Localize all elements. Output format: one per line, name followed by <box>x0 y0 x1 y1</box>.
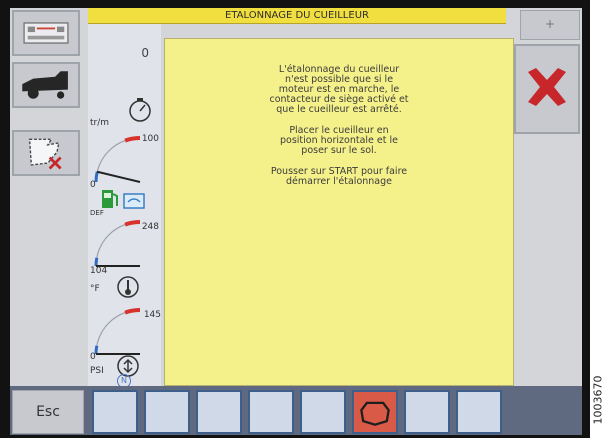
coolant-unit: °F <box>90 284 100 294</box>
oil-pressure-gauge-track <box>95 309 141 355</box>
page-title: ETALONNAGE DU CUEILLEUR <box>88 8 506 24</box>
coolant-min-label: 104 <box>90 266 108 276</box>
header-config-button[interactable] <box>12 10 80 56</box>
rpm-unit: tr/m <box>90 118 110 128</box>
message-line: que le cueilleur est arrêté. <box>276 104 402 115</box>
combine-harvester-icon <box>22 71 68 99</box>
fuel-gauge-level <box>94 171 99 183</box>
field-map-button[interactable] <box>12 130 80 176</box>
function-key-1[interactable] <box>92 390 138 434</box>
esc-button[interactable]: Esc <box>12 390 84 434</box>
function-key-8[interactable] <box>456 390 502 434</box>
message-line: démarrer l'étalonnage <box>286 176 392 187</box>
right-top-button[interactable]: + <box>520 10 580 40</box>
function-key-3[interactable] <box>196 390 242 434</box>
fuel-gauge: 100 0 DEF <box>88 132 161 220</box>
reference-number: 1003670 <box>588 360 608 440</box>
cancel-button[interactable] <box>514 44 580 134</box>
calibration-message-panel: L'étalonnage du cueilleur n'est possible… <box>164 38 514 386</box>
header-config-icon <box>23 22 69 44</box>
cancel-x-icon <box>528 68 566 106</box>
rpm-gauge: 0 tr/m <box>88 44 161 132</box>
message-line: poser sur le sol. <box>301 145 377 156</box>
coolant-gauge-track <box>95 221 141 267</box>
fuel-gauge-redzone <box>124 136 141 143</box>
start-instruction-text: Pousser sur START pour faire démarrer l'… <box>165 167 513 187</box>
calibration-conditions-text: L'étalonnage du cueilleur n'est possible… <box>165 65 513 115</box>
coolant-max-label: 248 <box>141 222 159 232</box>
start-calibration-button[interactable] <box>352 390 398 434</box>
def-fluid-icon <box>123 193 145 209</box>
oil-pressure-gauge-level <box>94 345 99 355</box>
coolant-temp-icon <box>117 276 139 298</box>
fuel-gauge-track <box>95 137 141 183</box>
coolant-gauge-redzone <box>124 220 141 227</box>
combine-mode-button[interactable] <box>12 62 80 108</box>
function-key-2[interactable] <box>144 390 190 434</box>
gauge-column: 0 tr/m 100 0 DEF 248 104 °F 145 0 PSI N <box>88 24 161 388</box>
def-label: DEF <box>90 209 104 217</box>
oil-min-label: 0 <box>90 352 96 362</box>
rpm-dial-icon <box>129 98 151 122</box>
bottom-toolbar: Esc <box>10 386 582 435</box>
function-key-5[interactable] <box>300 390 346 434</box>
reference-number-text: 1003670 <box>591 375 605 425</box>
function-key-4[interactable] <box>248 390 294 434</box>
display-screen: 0 tr/m 100 0 DEF 248 104 °F 145 0 PSI N … <box>10 8 582 435</box>
oil-unit: PSI <box>90 366 104 376</box>
header-position-text: Placer le cueilleur en position horizont… <box>165 126 513 156</box>
coolant-gauge-level <box>94 257 99 267</box>
rpm-value: 0 <box>141 46 149 60</box>
oil-pressure-gauge: 145 0 PSI N <box>88 308 161 388</box>
fuel-pump-icon <box>102 190 118 208</box>
field-map-icon <box>28 138 62 170</box>
engage-icon <box>360 401 390 426</box>
fuel-max-label: 100 <box>141 134 159 144</box>
function-key-7[interactable] <box>404 390 450 434</box>
fuel-gauge-needle <box>96 170 141 183</box>
fuel-min-label: 0 <box>90 180 96 190</box>
oil-pressure-gauge-redzone <box>124 308 141 315</box>
coolant-gauge: 248 104 °F <box>88 220 161 308</box>
oil-max-label: 145 <box>143 310 161 320</box>
